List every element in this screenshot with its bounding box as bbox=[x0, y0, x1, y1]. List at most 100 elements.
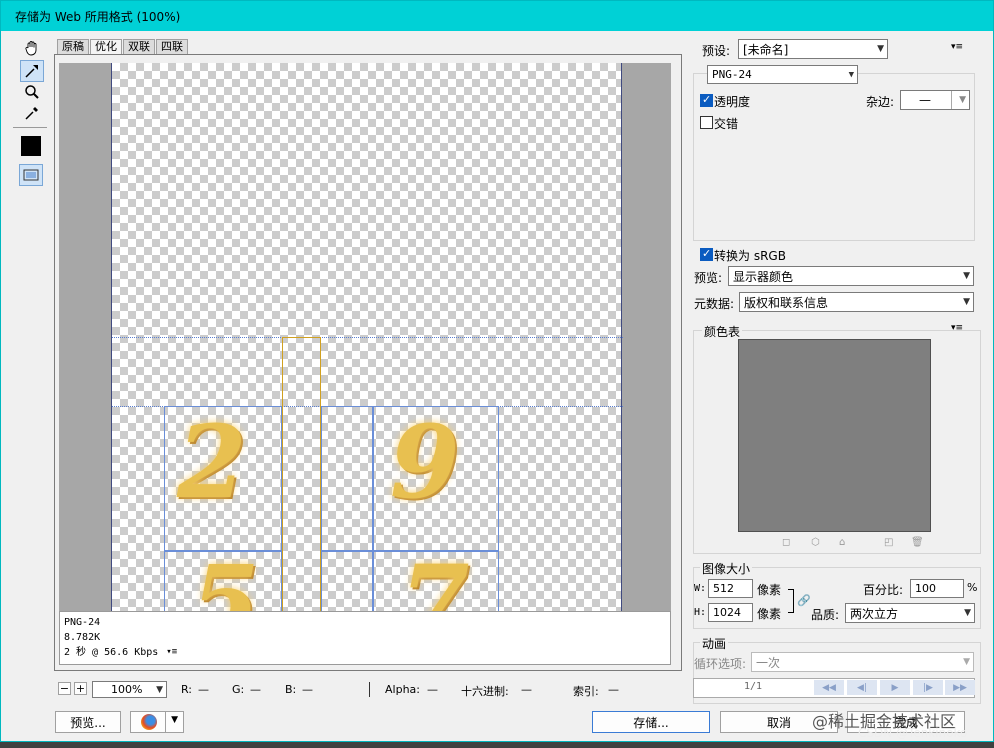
chevron-down-icon: ▼ bbox=[963, 297, 970, 307]
b-value: — bbox=[302, 683, 313, 696]
new-color-icon[interactable]: ◰ bbox=[884, 537, 893, 548]
preset-select[interactable]: [未命名] ▼ bbox=[738, 39, 888, 59]
eyedropper-icon[interactable] bbox=[20, 102, 44, 124]
preview-canvas[interactable]: 2 9 5 7 bbox=[59, 63, 671, 611]
tab-original[interactable]: 原稿 bbox=[57, 39, 89, 55]
format-select[interactable]: PNG-24 ▼ bbox=[707, 65, 858, 84]
constrain-bracket bbox=[788, 589, 794, 613]
browser-preview-button[interactable]: ▼ bbox=[130, 711, 184, 733]
index-label: 索引: bbox=[573, 685, 599, 698]
preview-button[interactable]: 预览... bbox=[55, 711, 121, 733]
b-label: B: bbox=[285, 683, 297, 696]
preview-profile-select[interactable]: 显示器颜色 ▼ bbox=[728, 266, 974, 286]
r-value: — bbox=[198, 683, 209, 696]
metadata-value: 版权和联系信息 bbox=[744, 295, 829, 310]
chevron-down-icon: ▼ bbox=[156, 684, 163, 695]
loop-select[interactable]: 一次 ▼ bbox=[751, 652, 974, 672]
preview-profile-value: 显示器颜色 bbox=[733, 269, 794, 284]
g-value: — bbox=[250, 683, 261, 696]
chevron-down-icon: ▼ bbox=[848, 69, 854, 80]
r-label: R: bbox=[181, 683, 193, 696]
zoom-in-button[interactable]: + bbox=[74, 682, 87, 695]
tab-2-up[interactable]: 双联 bbox=[123, 39, 155, 55]
slice-guide bbox=[112, 337, 623, 338]
percent-label: 百分比: bbox=[863, 583, 904, 597]
matte-label: 杂边: bbox=[866, 95, 895, 109]
link-icon[interactable]: 🔗 bbox=[797, 594, 811, 607]
quality-label: 品质: bbox=[811, 608, 840, 622]
save-button[interactable]: 存储... bbox=[592, 711, 710, 733]
tab-4-up[interactable]: 四联 bbox=[156, 39, 188, 55]
preview-profile-label: 预览: bbox=[694, 271, 723, 285]
prev-frame-icon[interactable]: ◀| bbox=[847, 680, 877, 695]
quality-select[interactable]: 两次立方 ▼ bbox=[845, 603, 975, 623]
interlaced-label: 交错 bbox=[714, 117, 739, 131]
interlaced-checkbox[interactable] bbox=[700, 116, 713, 129]
alpha-value: — bbox=[427, 683, 438, 696]
map-transparent-icon[interactable]: ◻ bbox=[782, 537, 790, 548]
hand-icon[interactable] bbox=[20, 37, 44, 59]
digit-image: 7 bbox=[400, 543, 470, 611]
index-value: — bbox=[608, 683, 619, 696]
image-slice[interactable] bbox=[321, 406, 373, 551]
g-label: G: bbox=[232, 683, 245, 696]
preset-menu-icon[interactable]: ▾≡ bbox=[951, 42, 963, 52]
height-unit: 像素 bbox=[757, 607, 782, 621]
web-shift-icon[interactable]: ⬡ bbox=[811, 537, 820, 548]
lock-icon[interactable]: ⌂ bbox=[839, 537, 845, 548]
zoom-value: 100% bbox=[111, 683, 143, 696]
trash-icon[interactable]: 🗑 bbox=[911, 537, 924, 548]
save-for-web-dialog: 存储为 Web 所用格式 (100%) 原稿 优化 双联 四联 2 9 5 7 … bbox=[0, 0, 994, 742]
digit-image: 5 bbox=[190, 543, 260, 611]
status-divider bbox=[369, 682, 370, 697]
info-size: 8.782K bbox=[64, 632, 101, 643]
preset-value: [未命名] bbox=[743, 42, 789, 57]
zoom-select[interactable]: 100% ▼ bbox=[92, 681, 167, 698]
loop-value: 一次 bbox=[756, 655, 781, 670]
color-swatch-icon[interactable] bbox=[21, 136, 41, 156]
color-table-swatch bbox=[738, 339, 931, 532]
slice-select-icon[interactable] bbox=[20, 60, 44, 82]
first-frame-icon[interactable]: ◀◀ bbox=[814, 680, 844, 695]
metadata-label: 元数据: bbox=[694, 297, 735, 311]
browser-icon bbox=[141, 714, 157, 730]
last-frame-icon[interactable]: ▶▶ bbox=[945, 680, 975, 695]
metadata-select[interactable]: 版权和联系信息 ▼ bbox=[739, 292, 974, 312]
chevron-down-icon: ▼ bbox=[964, 608, 971, 618]
image-slice[interactable] bbox=[321, 551, 373, 611]
optimization-info: PNG-24 8.782K 2 秒 @ 56.6 Kbps ▾≡ bbox=[59, 611, 671, 665]
matte-value: — bbox=[919, 93, 931, 107]
info-menu-icon[interactable]: ▾≡ bbox=[166, 645, 177, 660]
toggle-slices-icon[interactable] bbox=[19, 164, 43, 186]
next-frame-icon[interactable]: |▶ bbox=[913, 680, 943, 695]
info-format: PNG-24 bbox=[64, 617, 101, 628]
format-value: PNG-24 bbox=[712, 68, 752, 81]
digit-image: 9 bbox=[390, 403, 460, 521]
transparency-checkbox[interactable] bbox=[700, 93, 713, 107]
chevron-down-icon: ▼ bbox=[959, 95, 966, 105]
color-table-menu-icon[interactable]: ▾≡ bbox=[951, 323, 963, 333]
zoom-icon[interactable] bbox=[20, 81, 44, 103]
convert-srgb-label: 转换为 sRGB bbox=[714, 249, 786, 263]
height-input[interactable]: 1024 bbox=[708, 603, 753, 622]
quality-value: 两次立方 bbox=[850, 606, 899, 621]
alpha-label: Alpha: bbox=[385, 683, 420, 696]
height-label: H: bbox=[694, 607, 707, 618]
zoom-out-button[interactable]: − bbox=[58, 682, 71, 695]
play-icon[interactable]: ▶ bbox=[880, 680, 910, 695]
matte-select[interactable]: — ▼ bbox=[900, 90, 970, 110]
toolbar-divider bbox=[13, 127, 47, 128]
chevron-down-icon: ▼ bbox=[963, 657, 970, 667]
transparency-label: 透明度 bbox=[714, 95, 751, 109]
percent-input[interactable]: 100 bbox=[910, 579, 964, 598]
selected-slice[interactable] bbox=[282, 337, 321, 611]
animation-title: 动画 bbox=[700, 635, 729, 652]
loop-label: 循环选项: bbox=[694, 657, 747, 671]
button-divider bbox=[165, 712, 166, 732]
width-input[interactable]: 512 bbox=[708, 579, 753, 598]
convert-srgb-checkbox[interactable] bbox=[700, 247, 713, 261]
title-bar: 存储为 Web 所用格式 (100%) bbox=[1, 1, 993, 31]
image-size-title: 图像大小 bbox=[700, 560, 753, 577]
tab-optimized[interactable]: 优化 bbox=[90, 39, 122, 55]
view-tabs: 原稿 优化 双联 四联 bbox=[57, 39, 189, 55]
